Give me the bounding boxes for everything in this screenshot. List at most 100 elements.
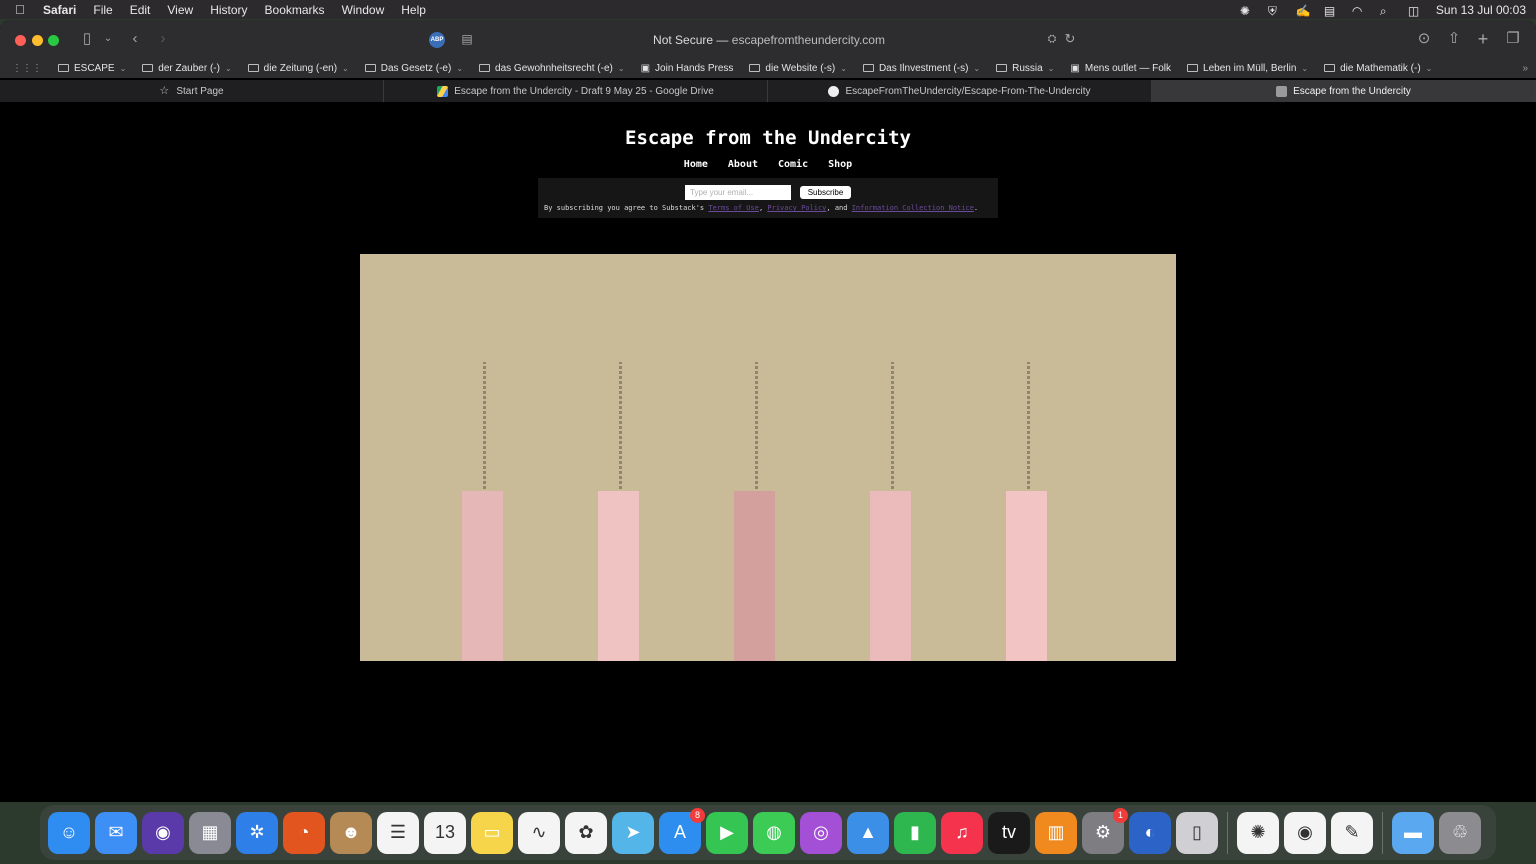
share-icon[interactable]: ⇧ — [1446, 30, 1462, 48]
bookmark-item[interactable]: ▣ Join Hands Press — [633, 63, 742, 74]
apple-tv-icon[interactable]: tv — [988, 811, 1030, 854]
hanging-block[interactable] — [462, 491, 503, 661]
bookmark-item[interactable]: Russia ⌄ — [988, 63, 1062, 74]
contacts-icon[interactable]: ☻ — [330, 811, 372, 854]
dock-icon-glyph: ♫ — [955, 822, 969, 842]
more-bookmarks-icon[interactable]: » — [1514, 63, 1536, 74]
bookmark-item[interactable]: die Zeitung (-en) ⌄ — [240, 63, 357, 74]
launchpad-icon[interactable]: ▦ — [189, 811, 231, 854]
podcasts-icon[interactable]: ◎ — [800, 811, 842, 854]
menu-view[interactable]: View — [167, 3, 193, 17]
bookmark-item[interactable]: ▣ Mens outlet — Folk — [1062, 63, 1179, 74]
privacy-policy-link[interactable]: Privacy Policy — [767, 204, 826, 212]
app-store-icon[interactable]: A8 — [659, 807, 705, 854]
photos-icon[interactable]: ✿ — [565, 811, 607, 854]
information-collection-notice-link[interactable]: Information Collection Notice — [852, 204, 974, 212]
freeform-icon[interactable]: ∿ — [518, 811, 560, 854]
tab-bar: ☆ Start Page Escape from the Undercity - D… — [0, 80, 1536, 102]
window-minimize-button[interactable] — [32, 35, 43, 46]
translate-icon[interactable]: ⛭ — [1044, 30, 1060, 48]
back-button-icon[interactable]: ‹ — [128, 30, 142, 48]
menu-help[interactable]: Help — [401, 3, 426, 17]
browser-tab[interactable]: ☆ Start Page — [0, 80, 384, 102]
browser-tab[interactable]: EscapeFromTheUndercity/Escape-From-The-U… — [768, 80, 1152, 102]
chatgpt-status-icon[interactable]: ✺ — [1240, 4, 1254, 18]
browser-tab[interactable]: Escape from the Undercity - Draft 9 May … — [384, 80, 768, 102]
adblock-plus-icon[interactable]: ABP — [429, 32, 445, 48]
subscribe-button[interactable]: Subscribe — [800, 186, 851, 199]
menu-clock[interactable]: Sun 13 Jul 00:03 — [1436, 3, 1526, 17]
hanging-chain — [891, 362, 894, 494]
sidebar-toggle-icon[interactable]: ▯ — [78, 30, 96, 48]
siri-icon[interactable]: ◉ — [142, 811, 184, 854]
bookmark-item[interactable]: die Website (-s) ⌄ — [741, 63, 855, 74]
wifi-icon[interactable]: ◠ — [1352, 4, 1366, 18]
reload-icon[interactable]: ↻ — [1063, 30, 1077, 48]
facetime-icon[interactable]: ▶ — [706, 811, 748, 854]
menu-edit[interactable]: Edit — [130, 3, 151, 17]
nav-home-link[interactable]: Home — [684, 159, 708, 170]
chatgpt-icon[interactable]: ✺ — [1237, 811, 1279, 854]
window-fullscreen-button[interactable] — [48, 35, 59, 46]
hanging-block[interactable] — [734, 491, 775, 661]
browser-tab[interactable]: Escape from the Undercity — [1152, 80, 1536, 102]
bookmark-item[interactable]: das Gewohnheitsrecht (-e) ⌄ — [471, 63, 633, 74]
spotlight-search-icon[interactable]: ⌕ — [1380, 4, 1394, 18]
bookmark-item[interactable]: ESCAPE ⌄ — [50, 63, 134, 74]
bookmark-label: Leben im Müll, Berlin — [1203, 62, 1297, 74]
ukraine-app-icon[interactable]: ◐ — [1129, 811, 1171, 854]
keynote-icon[interactable]: ▲ — [847, 811, 889, 854]
menu-file[interactable]: File — [93, 3, 112, 17]
textedit-icon[interactable]: ✎ — [1331, 811, 1373, 854]
messages-icon[interactable]: ◍ — [753, 811, 795, 854]
terms-of-use-link[interactable]: Terms of Use — [708, 204, 759, 212]
trash-icon[interactable]: ♲ — [1439, 811, 1481, 854]
mail-icon[interactable]: ✉ — [95, 811, 137, 854]
keyboard-status-icon[interactable]: ▤ — [1324, 4, 1338, 18]
music-icon[interactable]: ♫ — [941, 811, 983, 854]
vpn-status-icon[interactable]: ⛨ — [1268, 4, 1282, 18]
window-close-button[interactable] — [15, 35, 26, 46]
apple-menu-icon[interactable]:  — [15, 2, 33, 17]
tab-overview-icon[interactable]: ❐ — [1505, 30, 1521, 48]
menu-app-safari[interactable]: Safari — [43, 3, 76, 17]
iphone-mirroring-icon[interactable]: ▯ — [1176, 811, 1218, 854]
forward-button-icon[interactable]: › — [156, 30, 170, 48]
downloads-icon[interactable]: ⊙ — [1416, 30, 1432, 48]
downloads-folder-icon[interactable]: ▬ — [1392, 811, 1434, 854]
nav-comic-link[interactable]: Comic — [778, 159, 808, 170]
menu-bar:  Safari File Edit View History Bookmark… — [0, 0, 1536, 19]
maps-icon[interactable]: ➤ — [612, 811, 654, 854]
finder-icon[interactable]: ☺ — [48, 811, 90, 854]
safari-icon[interactable]: ✲ — [236, 811, 278, 854]
menu-history[interactable]: History — [210, 3, 247, 17]
bookmark-item[interactable]: der Zauber (-) ⌄ — [134, 63, 239, 74]
sidebar-menu-chevron-icon[interactable]: ⌄ — [102, 30, 114, 48]
nav-shop-link[interactable]: Shop — [828, 159, 852, 170]
email-input[interactable] — [685, 185, 791, 200]
game-canvas[interactable] — [360, 254, 1176, 661]
system-settings-icon[interactable]: ⚙ 1 — [1082, 807, 1128, 854]
bookmark-item[interactable]: Das Gesetz (-e) ⌄ — [357, 63, 471, 74]
calendar-icon[interactable]: 13 — [424, 811, 466, 854]
notes-icon[interactable]: ▭ — [471, 811, 513, 854]
menu-window[interactable]: Window — [342, 3, 385, 17]
hanging-block[interactable] — [870, 491, 911, 661]
bookmark-item[interactable]: die Mathematik (-) ⌄ — [1316, 63, 1440, 74]
pen-status-icon[interactable]: ✍ — [1296, 4, 1311, 18]
chrome-icon[interactable]: ◉ — [1284, 811, 1326, 854]
bookmarks-grid-icon[interactable]: ⋮⋮⋮ — [0, 63, 50, 74]
menu-bookmarks[interactable]: Bookmarks — [265, 3, 325, 17]
hanging-block[interactable] — [598, 491, 639, 661]
hanging-block[interactable] — [1006, 491, 1047, 661]
numbers-icon[interactable]: ▮ — [894, 811, 936, 854]
control-center-icon[interactable]: ◫ — [1408, 4, 1422, 18]
books-icon[interactable]: ▥ — [1035, 811, 1077, 854]
bookmark-item[interactable]: Leben im Müll, Berlin ⌄ — [1179, 63, 1316, 74]
firefox-icon[interactable]: ◔ — [283, 811, 325, 854]
bookmark-item[interactable]: Das Ilnvestment (-s) ⌄ — [855, 63, 988, 74]
reminders-icon[interactable]: ☰ — [377, 811, 419, 854]
new-tab-icon[interactable]: + — [1475, 30, 1491, 48]
address-bar[interactable]: Not Secure — escapefromtheundercity.com — [458, 29, 1080, 51]
nav-about-link[interactable]: About — [728, 159, 758, 170]
